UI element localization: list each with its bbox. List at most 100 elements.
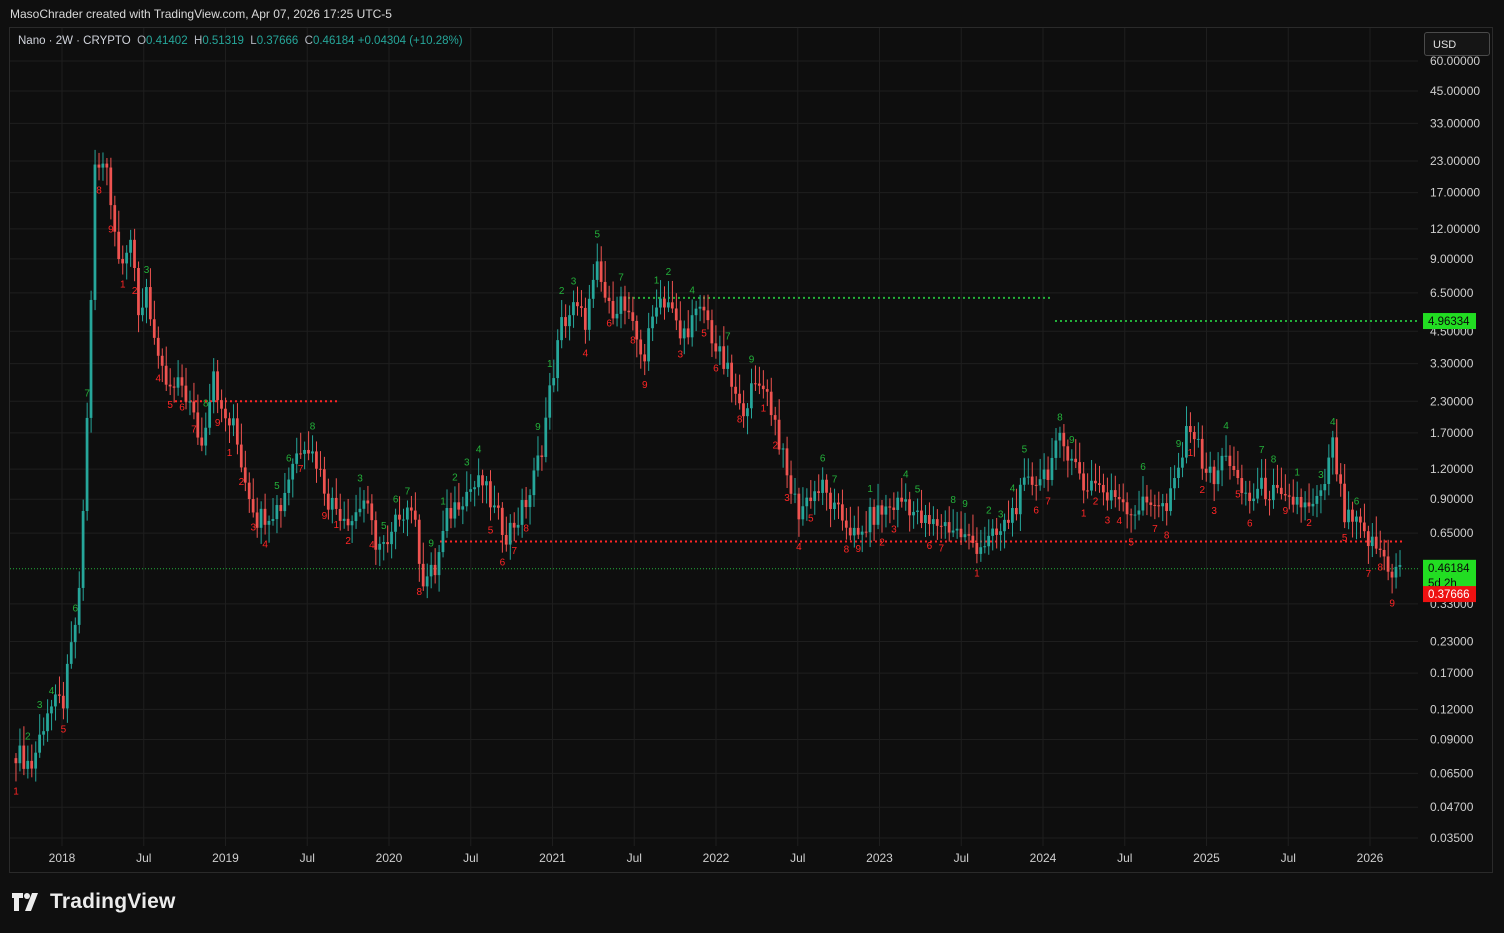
candle-body (924, 515, 927, 524)
td-sell-label: 2 (1093, 496, 1099, 507)
y-tick-label: 0.90000 (1430, 492, 1474, 506)
td-buy-label: 3 (571, 276, 577, 287)
candle-body (860, 531, 864, 535)
candle-body (769, 391, 773, 416)
td-sell-label: 2 (132, 286, 138, 297)
price-chart[interactable]: 12345678912345 67891234567891234567891234… (0, 0, 1504, 933)
td-sell-label: 7 (511, 546, 517, 557)
candle-body (421, 563, 425, 587)
candle-body (1232, 466, 1236, 471)
candle-body (1082, 473, 1085, 491)
candle-body (152, 319, 156, 338)
candle-body (441, 531, 445, 553)
candle-body (682, 328, 686, 339)
td-buy-label: 6 (820, 453, 826, 464)
td-sell-label: 2 (1200, 485, 1206, 496)
x-tick-label: 2021 (539, 851, 566, 865)
candle-body (390, 531, 393, 545)
candle-body (1018, 484, 1022, 515)
candle-body (1153, 504, 1157, 506)
candle-body (50, 706, 53, 714)
td-sell-label: 2 (879, 538, 885, 549)
td-buy-label: 8 (950, 495, 956, 506)
candle-body (338, 508, 342, 521)
candle-body (1236, 470, 1240, 479)
candle-body (1295, 496, 1299, 505)
candle-body (433, 564, 437, 576)
candle-body (374, 520, 378, 550)
td-sell-label: 9 (322, 511, 328, 522)
symbol-name[interactable]: Nano · 2W · CRYPTO (18, 35, 131, 47)
candle-body (888, 506, 892, 508)
candle-body (805, 497, 809, 507)
candle-body (920, 510, 923, 524)
td-buy-label: 1 (654, 275, 660, 286)
candle-body (121, 259, 125, 264)
high-value: 0.51319 (202, 35, 244, 47)
td-buy-label: 4 (689, 285, 695, 296)
candle-body (30, 760, 34, 769)
td-sell-label: 5 (1342, 533, 1348, 544)
td-buy-label: 7 (725, 332, 731, 343)
symbol-legend: Nano · 2W · CRYPTO O0.41402 H0.51319 L0.… (18, 35, 463, 47)
candle-body (1319, 490, 1323, 496)
candle-body (398, 514, 401, 520)
candle-body (1339, 474, 1342, 484)
tradingview-logo[interactable]: TradingView (12, 890, 176, 914)
candle-body (995, 528, 998, 535)
candle-body (1382, 549, 1386, 557)
td-sell-label: 4 (796, 542, 802, 553)
candle-body (623, 296, 627, 311)
candle-body (848, 527, 852, 536)
x-tick-label: 2023 (866, 851, 893, 865)
candle-body (508, 522, 512, 545)
candle-body (1287, 495, 1291, 497)
td-buy-label: 5 (594, 229, 600, 240)
candle-body (342, 518, 346, 521)
y-tick-label: 45.00000 (1430, 84, 1480, 98)
last-price-badge: 0.46184 (1428, 563, 1470, 575)
candle-body (1137, 510, 1141, 515)
candle-body (1125, 502, 1129, 515)
candle-body (263, 508, 267, 525)
td-sell-label: 2 (1306, 518, 1312, 529)
candle-body (54, 694, 57, 707)
candle-body (1074, 458, 1078, 463)
low-value: 0.37666 (256, 35, 299, 47)
candle-body (413, 510, 417, 520)
currency-button[interactable]: USD (1424, 32, 1490, 56)
x-tick-label: Jul (790, 851, 805, 865)
candle-body (583, 307, 587, 330)
price-axis[interactable]: 60.0000045.0000033.0000023.0000017.00000… (1430, 54, 1480, 845)
candle-body (698, 306, 702, 309)
td-sell-label: 6 (1033, 506, 1039, 517)
candle-body (105, 163, 109, 168)
candle-body (1030, 476, 1034, 485)
time-axis[interactable]: 2018 Jul 2019 Jul 2020 Jul 2021 Jul 2022 Jul 2023 J… (49, 851, 1384, 865)
candle-body (963, 534, 967, 538)
candle-body (564, 317, 567, 327)
candle-body (544, 417, 548, 457)
candle-body (1315, 495, 1319, 504)
candle-body (176, 377, 180, 388)
td-buy-label: 1 (547, 359, 553, 370)
candle-body (714, 343, 718, 352)
candle-body (520, 500, 524, 525)
candle-body (670, 302, 674, 309)
td-buy-label: 5 (1022, 444, 1028, 455)
candle-body (1196, 438, 1200, 440)
candle-body (1335, 437, 1339, 475)
candle-body (160, 355, 164, 366)
candle-body (844, 520, 848, 528)
candle-body (1252, 498, 1255, 502)
candle-body (326, 493, 330, 510)
td-sell-label: 6 (927, 541, 933, 552)
grid-lines (10, 28, 1418, 846)
candle-body (1003, 519, 1006, 532)
candle-body (599, 261, 603, 282)
x-tick-label: Jul (1281, 851, 1296, 865)
candle-body (540, 455, 544, 457)
candle-body (524, 500, 528, 508)
candle-body (204, 427, 208, 446)
candle-body (1220, 455, 1224, 471)
